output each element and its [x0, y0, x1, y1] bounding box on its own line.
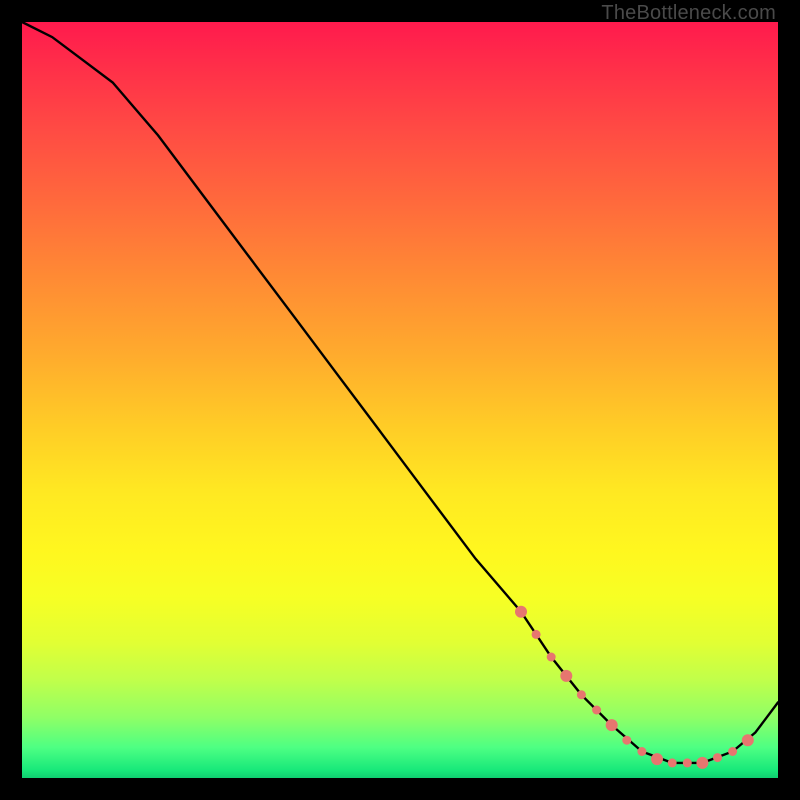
highlight-dot — [622, 736, 631, 745]
highlight-dot — [592, 706, 601, 715]
highlight-dot — [651, 753, 663, 765]
highlight-dot — [683, 758, 692, 767]
highlight-dot — [547, 653, 556, 662]
highlight-dot — [668, 758, 677, 767]
highlight-dot — [728, 747, 737, 756]
curve-svg — [22, 22, 778, 778]
plot-area — [22, 22, 778, 778]
highlight-dot — [713, 753, 722, 762]
chart-frame: TheBottleneck.com — [0, 0, 800, 800]
highlight-dot — [637, 747, 646, 756]
highlight-dot — [515, 606, 527, 618]
highlight-dot — [577, 690, 586, 699]
highlight-dot — [742, 734, 754, 746]
highlight-dot — [532, 630, 541, 639]
highlight-dot — [560, 670, 572, 682]
bottleneck-curve — [22, 22, 778, 763]
highlight-dot — [606, 719, 618, 731]
highlight-dot — [696, 757, 708, 769]
watermark-text: TheBottleneck.com — [601, 2, 776, 25]
